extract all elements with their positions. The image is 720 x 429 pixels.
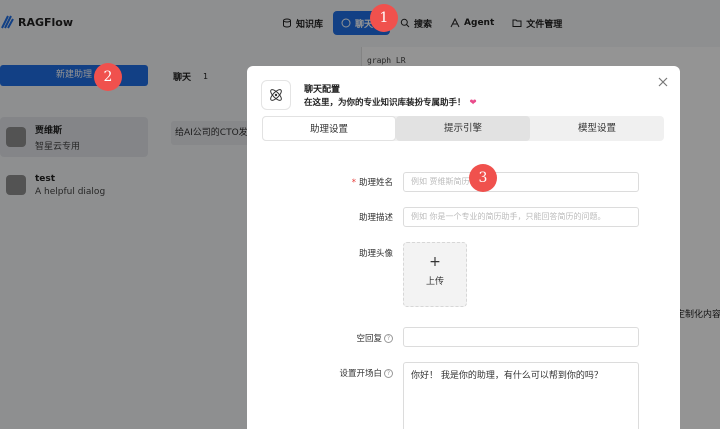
- assistant-description-input[interactable]: 例如 你是一个专业的简历助手，只能回答简历的问题。: [403, 207, 639, 227]
- upload-label: 上传: [425, 277, 444, 287]
- help-icon[interactable]: ?: [384, 334, 393, 343]
- opener-label: 设置开场白?: [247, 367, 393, 379]
- heart-icon: ❤: [469, 98, 477, 108]
- assistant-description-label: 助理描述: [358, 213, 393, 223]
- required-mark: *: [351, 178, 356, 188]
- close-icon[interactable]: [657, 76, 669, 88]
- tab-assistant-settings[interactable]: 助理设置: [262, 116, 396, 141]
- modal-tabs: 助理设置 提示引擎 模型设置: [262, 116, 664, 141]
- chat-config-icon-box: [261, 80, 291, 110]
- opener-textarea[interactable]: 你好！ 我是你的助理，有什么可以帮到你的吗？: [403, 362, 639, 429]
- step-badge-1: 1: [370, 4, 398, 32]
- atom-icon: [270, 89, 282, 101]
- chat-config-modal: 聊天配置 在这里，为你的专业知识库装扮专属助手！ ❤ 助理设置 提示引擎 模型设置…: [247, 66, 680, 429]
- empty-reply-input[interactable]: [403, 327, 639, 347]
- plus-icon: +: [429, 254, 441, 270]
- tab-model-settings[interactable]: 模型设置: [530, 116, 664, 141]
- avatar-upload-button[interactable]: + 上传: [403, 242, 467, 307]
- assistant-name-label: * 助理姓名: [247, 176, 393, 188]
- assistant-name-label-text: 助理姓名: [358, 178, 393, 188]
- empty-reply-label-text: 空回复: [356, 334, 382, 344]
- empty-reply-label: 空回复?: [247, 332, 393, 344]
- assistant-name-input[interactable]: 例如 贾维斯简历: [403, 172, 639, 192]
- help-icon[interactable]: ?: [384, 369, 393, 378]
- modal-subtitle: 在这里，为你的专业知识库装扮专属助手！ ❤: [304, 96, 477, 108]
- tab-prompt-engine[interactable]: 提示引擎: [396, 116, 530, 141]
- assistant-avatar-label: 助理头像: [358, 249, 393, 259]
- modal-subtitle-text: 在这里，为你的专业知识库装扮专属助手！: [304, 98, 466, 108]
- modal-title: 聊天配置: [304, 85, 341, 95]
- step-badge-2: 2: [94, 63, 122, 91]
- step-badge-3: 3: [469, 164, 497, 192]
- opener-label-text: 设置开场白: [339, 369, 382, 379]
